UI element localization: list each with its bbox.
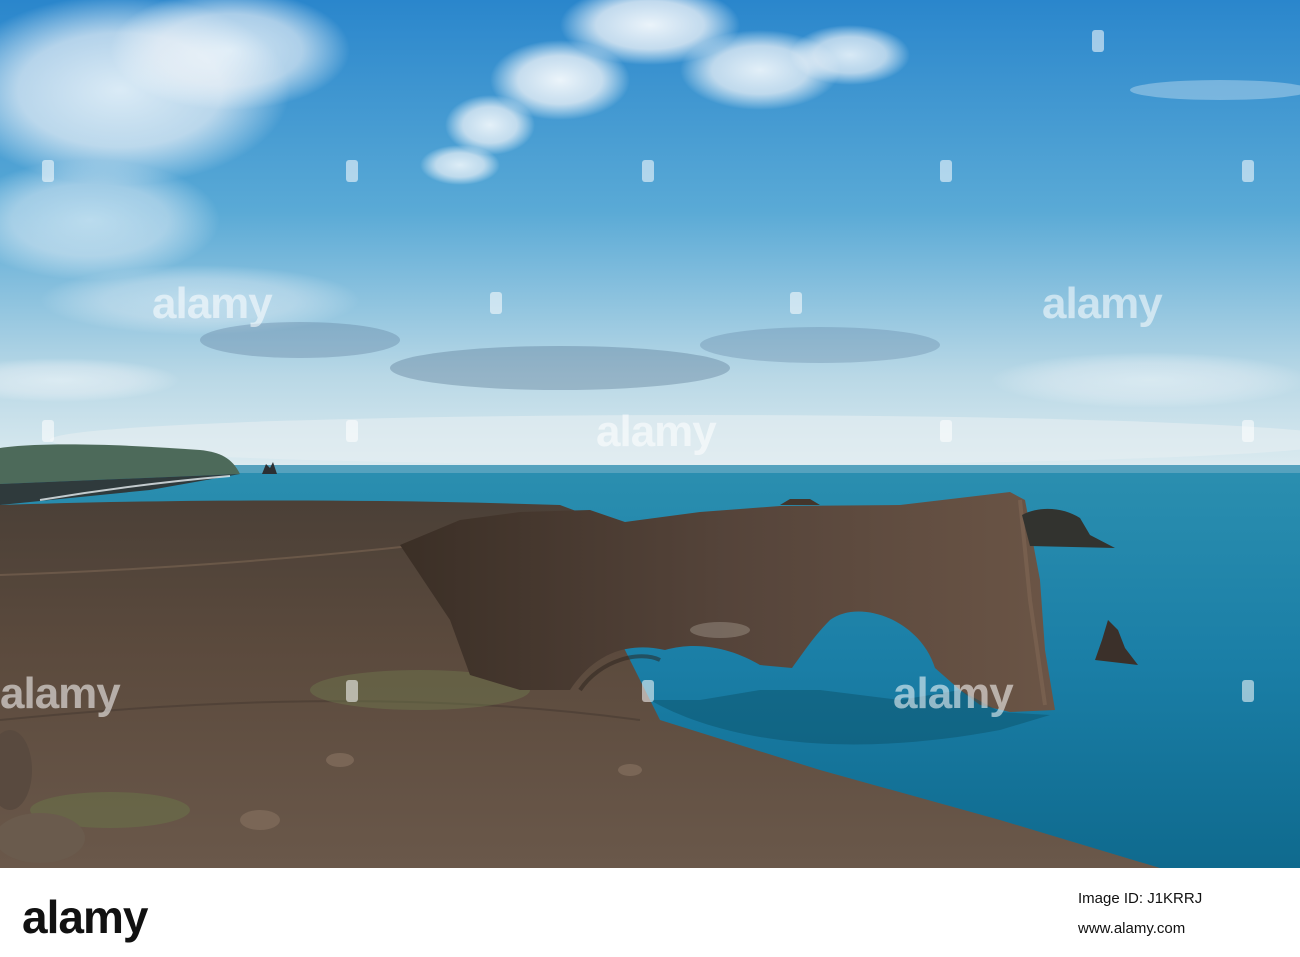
footer-bar: alamy Image ID: J1KRRJ www.alamy.com	[0, 868, 1300, 957]
watermark-dot-12	[42, 420, 54, 442]
watermark-dot-2	[346, 160, 358, 182]
watermark-bottom-left: alamy	[0, 669, 121, 718]
watermark-dot-14	[642, 680, 654, 702]
watermark-dot-7	[490, 292, 502, 314]
watermark-dot-9	[346, 420, 358, 442]
watermark-dot-3	[642, 160, 654, 182]
watermark-dot-13	[346, 680, 358, 702]
image-frame: alamy alamy alamy alamy alamy alamy Imag…	[0, 0, 1300, 957]
watermark-dot-1	[1092, 30, 1104, 52]
watermark-dot-8	[790, 292, 802, 314]
watermark-dot-6	[42, 160, 54, 182]
watermark-bottom-right: alamy	[893, 669, 1014, 718]
watermark-dot-4	[940, 160, 952, 182]
watermark-top-left: alamy	[152, 279, 273, 328]
watermark-center: alamy	[596, 407, 717, 456]
footer-url[interactable]: www.alamy.com	[1078, 920, 1185, 937]
footer-logo[interactable]: alamy	[22, 890, 148, 944]
watermark-dot-10	[940, 420, 952, 442]
watermark-dot-5	[1242, 160, 1254, 182]
image-id-label: Image ID: J1KRRJ	[1078, 890, 1203, 907]
watermark-top-right: alamy	[1042, 279, 1163, 328]
watermark-dot-11	[1242, 420, 1254, 442]
watermark-dot-15	[1242, 680, 1254, 702]
